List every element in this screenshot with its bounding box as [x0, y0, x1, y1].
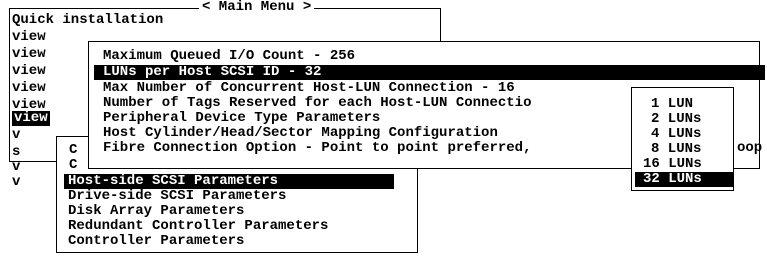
lun-option-8[interactable]: 8 LUNs: [651, 142, 701, 157]
config-submenu-c-2: C: [69, 157, 78, 173]
lun-option-32[interactable]: 32 LUNs: [635, 172, 733, 187]
main-menu-item-view-selected[interactable]: view: [12, 111, 50, 126]
host-item-tags-reserved[interactable]: Number of Tags Reserved for each Host-LU…: [103, 96, 531, 111]
config-item-drive-side-scsi[interactable]: Drive-side SCSI Parameters: [68, 189, 286, 204]
main-menu-title: < Main Menu >: [199, 0, 315, 14]
main-menu-item-v-3[interactable]: v: [12, 175, 20, 190]
main-menu-item-view-3[interactable]: view: [12, 64, 46, 79]
lun-option-2[interactable]: 2 LUNs: [651, 112, 701, 127]
main-menu-item-v-2[interactable]: v: [12, 160, 20, 175]
config-item-controller[interactable]: Controller Parameters: [68, 234, 244, 249]
main-menu-item-view-2[interactable]: view: [12, 47, 46, 62]
lun-option-4[interactable]: 4 LUNs: [651, 127, 701, 142]
main-menu-item-quick-installation[interactable]: Quick installation: [12, 13, 163, 28]
main-menu-item-view-1[interactable]: view: [12, 30, 46, 45]
main-menu-item-v-1[interactable]: v: [12, 128, 20, 143]
config-item-redundant-controller[interactable]: Redundant Controller Parameters: [68, 219, 328, 234]
host-item-luns-per-host-scsi-id[interactable]: LUNs per Host SCSI ID - 32: [94, 65, 765, 80]
config-submenu-c-1: C: [69, 142, 78, 158]
host-item-peripheral-device-type[interactable]: Peripheral Device Type Parameters: [103, 111, 380, 126]
host-item-fibre-connection[interactable]: Fibre Connection Option - Point to point…: [103, 141, 531, 156]
lun-option-16[interactable]: 16 LUNs: [643, 157, 702, 172]
lun-option-1[interactable]: 1 LUN: [651, 97, 693, 112]
host-item-overflow-text: oop: [737, 140, 763, 156]
host-item-max-queued-io[interactable]: Maximum Queued I/O Count - 256: [103, 49, 355, 64]
main-menu-item-view-4[interactable]: view: [12, 81, 46, 96]
config-item-disk-array[interactable]: Disk Array Parameters: [68, 204, 244, 219]
host-item-chs-mapping[interactable]: Host Cylinder/Head/Sector Mapping Config…: [103, 126, 498, 141]
config-item-host-side-scsi[interactable]: Host-side SCSI Parameters: [64, 174, 394, 189]
main-menu-item-s[interactable]: s: [12, 145, 20, 160]
host-item-max-concurrent-connection[interactable]: Max Number of Concurrent Host-LUN Connec…: [103, 81, 515, 96]
